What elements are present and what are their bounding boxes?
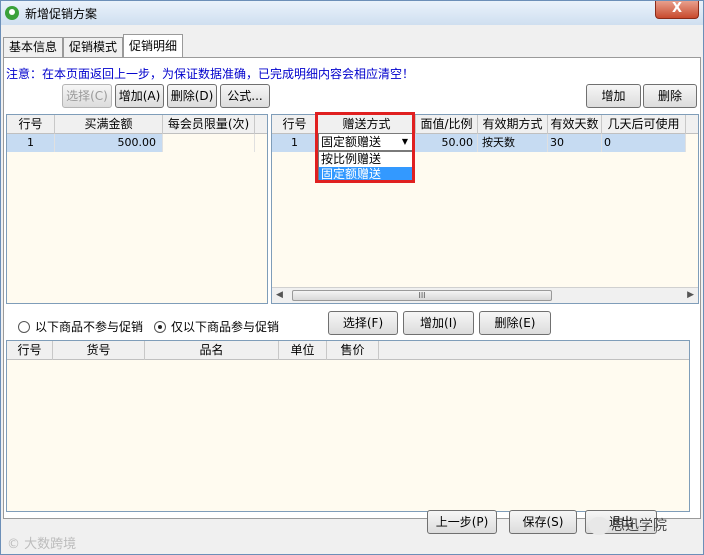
- radio-only-goods[interactable]: 仅以下商品参与促销: [154, 318, 279, 335]
- title-bar[interactable]: 新增促销方案 X: [1, 1, 703, 25]
- column-header: 单位: [279, 341, 327, 360]
- gift-method-dropdown: 按比例赠送 固定额赠送: [318, 151, 414, 183]
- delete-gift-button[interactable]: 删除: [643, 84, 697, 108]
- tab-basic-info[interactable]: 基本信息: [3, 37, 64, 57]
- watermark-logo-icon: ©: [7, 537, 20, 552]
- radio-off-icon: [18, 320, 30, 333]
- scroll-thumb[interactable]: III: [292, 290, 552, 301]
- spend-threshold-grid[interactable]: 行号 买满金额 每会员限量(次) 1 500.00: [6, 114, 268, 304]
- tab-promotion-mode[interactable]: 促销模式: [63, 37, 124, 57]
- grid-header: 行号 买满金额 每会员限量(次): [7, 115, 267, 134]
- radio-exclude-goods[interactable]: 以下商品不参与促销: [18, 318, 143, 335]
- column-header: 品名: [145, 341, 279, 360]
- validity-mode-cell[interactable]: 按天数: [478, 134, 548, 152]
- wechat-icon: [589, 517, 609, 535]
- row-number-cell: 1: [272, 134, 318, 152]
- dialog-body: 基本信息 促销模式 促销明细 注意：在本页面返回上一步，为保证数据准确，已完成明…: [1, 25, 703, 554]
- usable-after-days-cell[interactable]: 0: [602, 134, 686, 152]
- goods-grid[interactable]: 行号 货号 品名 单位 售价: [6, 340, 690, 512]
- valid-days-cell[interactable]: 30: [548, 134, 602, 152]
- window-title: 新增促销方案: [25, 6, 98, 21]
- delete-goods-button[interactable]: 删除(E): [479, 311, 551, 335]
- column-header: 售价: [327, 341, 379, 360]
- option-proportional-gift[interactable]: 按比例赠送: [319, 152, 413, 167]
- column-header: 面值/比例: [416, 115, 478, 134]
- face-value-cell[interactable]: 50.00: [416, 134, 478, 152]
- column-header: 有效期方式: [478, 115, 548, 134]
- column-header: 每会员限量(次): [163, 115, 255, 134]
- column-header: 行号: [7, 115, 55, 134]
- column-header: 几天后可使用: [602, 115, 686, 134]
- add-rule-button[interactable]: 增加(A): [115, 84, 164, 108]
- watermark-right-text: 思迅学院: [611, 518, 667, 534]
- add-goods-button[interactable]: 增加(I): [403, 311, 474, 335]
- details-panel: 注意：在本页面返回上一步，为保证数据准确，已完成明细内容会相应清空！ 选择(C)…: [3, 57, 701, 519]
- promotion-dialog: 新增促销方案 X 基本信息 促销模式 促销明细 注意：在本页面返回上一步，为保证…: [0, 0, 704, 555]
- close-button[interactable]: X: [655, 1, 699, 19]
- radio-on-icon: [154, 320, 166, 333]
- horizontal-scrollbar[interactable]: ◀ III ▶: [272, 287, 698, 303]
- watermark-right: 思迅学院: [589, 515, 667, 535]
- table-row[interactable]: 1 500.00: [7, 134, 255, 152]
- chevron-down-icon[interactable]: ▼: [398, 134, 412, 150]
- gift-method-value: 固定额赠送: [321, 135, 382, 149]
- scroll-right-icon[interactable]: ▶: [687, 290, 694, 300]
- radio-label: 仅以下商品参与促销: [171, 320, 280, 334]
- gift-method-combo[interactable]: 固定额赠送 ▼: [318, 133, 414, 151]
- scroll-left-icon[interactable]: ◀: [276, 290, 283, 300]
- member-limit-cell[interactable]: [163, 134, 255, 152]
- watermark-left: © 大数跨境: [7, 533, 76, 552]
- grid-header: 行号 货号 品名 单位 售价: [7, 341, 689, 360]
- tab-strip: 基本信息 促销模式 促销明细: [3, 34, 184, 57]
- app-logo-icon: [5, 6, 19, 20]
- delete-rule-button[interactable]: 删除(D): [167, 84, 217, 108]
- formula-button[interactable]: 公式...: [220, 84, 270, 108]
- column-header: 有效天数: [548, 115, 602, 134]
- notice-text: 注意：在本页面返回上一步，为保证数据准确，已完成明细内容会相应清空！: [6, 67, 415, 81]
- column-header: 买满金额: [55, 115, 163, 134]
- save-button[interactable]: 保存(S): [509, 510, 577, 534]
- column-header: 赠送方式: [318, 115, 416, 134]
- row-number-cell: 1: [7, 134, 55, 152]
- previous-step-button[interactable]: 上一步(P): [427, 510, 497, 534]
- radio-label: 以下商品不参与促销: [35, 320, 144, 334]
- select-goods-button[interactable]: 选择(F): [328, 311, 398, 335]
- watermark-left-text: 大数跨境: [24, 537, 77, 552]
- add-gift-button[interactable]: 增加: [586, 84, 641, 108]
- spend-amount-cell[interactable]: 500.00: [55, 134, 163, 152]
- column-header: 货号: [53, 341, 145, 360]
- tab-promotion-details[interactable]: 促销明细: [123, 34, 184, 57]
- column-header: 行号: [272, 115, 318, 134]
- column-header: 行号: [7, 341, 53, 360]
- grid-header: 行号 赠送方式 面值/比例 有效期方式 有效天数 几天后可使用: [272, 115, 698, 134]
- option-fixed-gift[interactable]: 固定额赠送: [319, 167, 413, 182]
- select-button[interactable]: 选择(C): [62, 84, 112, 108]
